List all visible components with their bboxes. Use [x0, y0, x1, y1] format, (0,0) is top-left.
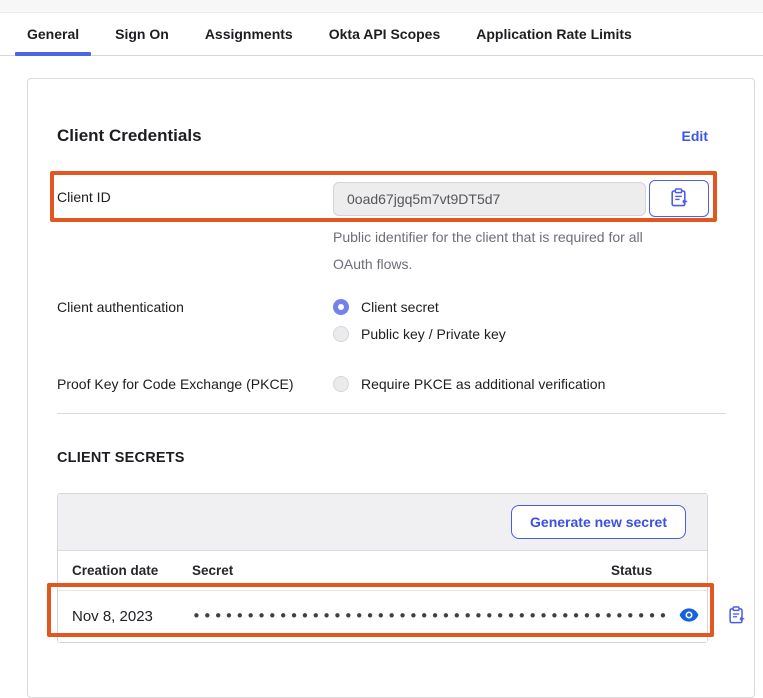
radio-label: Client secret	[361, 299, 439, 315]
section-title: Client Credentials	[57, 126, 202, 146]
pkce-label: Proof Key for Code Exchange (PKCE)	[57, 375, 333, 392]
radio-selected-icon[interactable]	[333, 299, 349, 315]
top-strip	[0, 0, 763, 13]
secrets-table-header-row: Creation date Secret Status	[58, 551, 707, 590]
checkbox-unchecked-icon[interactable]	[333, 376, 349, 392]
client-id-row: Client ID 0oad67jgq5m7vt9DT5d7	[57, 180, 708, 278]
client-authentication-label: Client authentication	[57, 298, 333, 315]
client-id-label: Client ID	[57, 180, 333, 205]
copy-client-id-button[interactable]	[649, 180, 709, 217]
client-credentials-header: Client Credentials Edit	[57, 126, 708, 146]
tab-sign-on[interactable]: Sign On	[103, 13, 181, 55]
client-secrets-title: CLIENT SECRETS	[57, 450, 708, 466]
copy-secret-button[interactable]	[727, 604, 747, 629]
secret-cell: ••••••••••••••••••••••••••••••••••••••••…	[192, 604, 747, 629]
client-id-field[interactable]: 0oad67jgq5m7vt9DT5d7	[333, 182, 646, 216]
client-id-help-text: Public identifier for the client that is…	[333, 224, 681, 278]
creation-date-cell: Nov 8, 2023	[72, 608, 192, 625]
column-header-secret: Secret	[192, 563, 567, 578]
reveal-secret-button[interactable]	[677, 606, 701, 627]
generate-new-secret-button[interactable]: Generate new secret	[511, 505, 686, 539]
eye-icon	[679, 608, 699, 625]
clipboard-copy-icon	[671, 188, 688, 210]
masked-secret-value: ••••••••••••••••••••••••••••••••••••••••…	[192, 607, 669, 625]
client-secrets-table: Generate new secret Creation date Secret…	[57, 493, 708, 643]
pkce-checkbox-option[interactable]: Require PKCE as additional verification	[333, 375, 605, 394]
radio-unselected-icon[interactable]	[333, 326, 349, 342]
edit-link[interactable]: Edit	[682, 128, 708, 144]
table-row: Nov 8, 2023 ••••••••••••••••••••••••••••…	[58, 590, 707, 642]
tab-okta-api-scopes[interactable]: Okta API Scopes	[317, 13, 453, 55]
client-authentication-row: Client authentication Client secret Publ…	[57, 298, 708, 344]
clipboard-copy-icon	[729, 606, 745, 627]
section-divider	[57, 413, 726, 414]
pkce-row: Proof Key for Code Exchange (PKCE) Requi…	[57, 375, 708, 394]
client-credentials-card: Client Credentials Edit Client ID 0oad67…	[27, 78, 755, 698]
radio-label: Public key / Private key	[361, 326, 506, 342]
column-header-creation-date: Creation date	[72, 563, 192, 578]
tab-general[interactable]: General	[15, 13, 91, 55]
tab-assignments[interactable]: Assignments	[193, 13, 305, 55]
secrets-table-toolbar: Generate new secret	[58, 494, 707, 551]
radio-client-secret[interactable]: Client secret	[333, 298, 506, 317]
app-tab-bar: General Sign On Assignments Okta API Sco…	[0, 13, 763, 56]
radio-public-private-key[interactable]: Public key / Private key	[333, 325, 506, 344]
status-cell: Active ▾	[747, 598, 763, 634]
pkce-option-label: Require PKCE as additional verification	[361, 376, 605, 392]
client-id-value-group: 0oad67jgq5m7vt9DT5d7 Public identifier f…	[333, 180, 709, 278]
column-header-status: Status	[567, 563, 693, 578]
tab-application-rate-limits[interactable]: Application Rate Limits	[464, 13, 644, 55]
